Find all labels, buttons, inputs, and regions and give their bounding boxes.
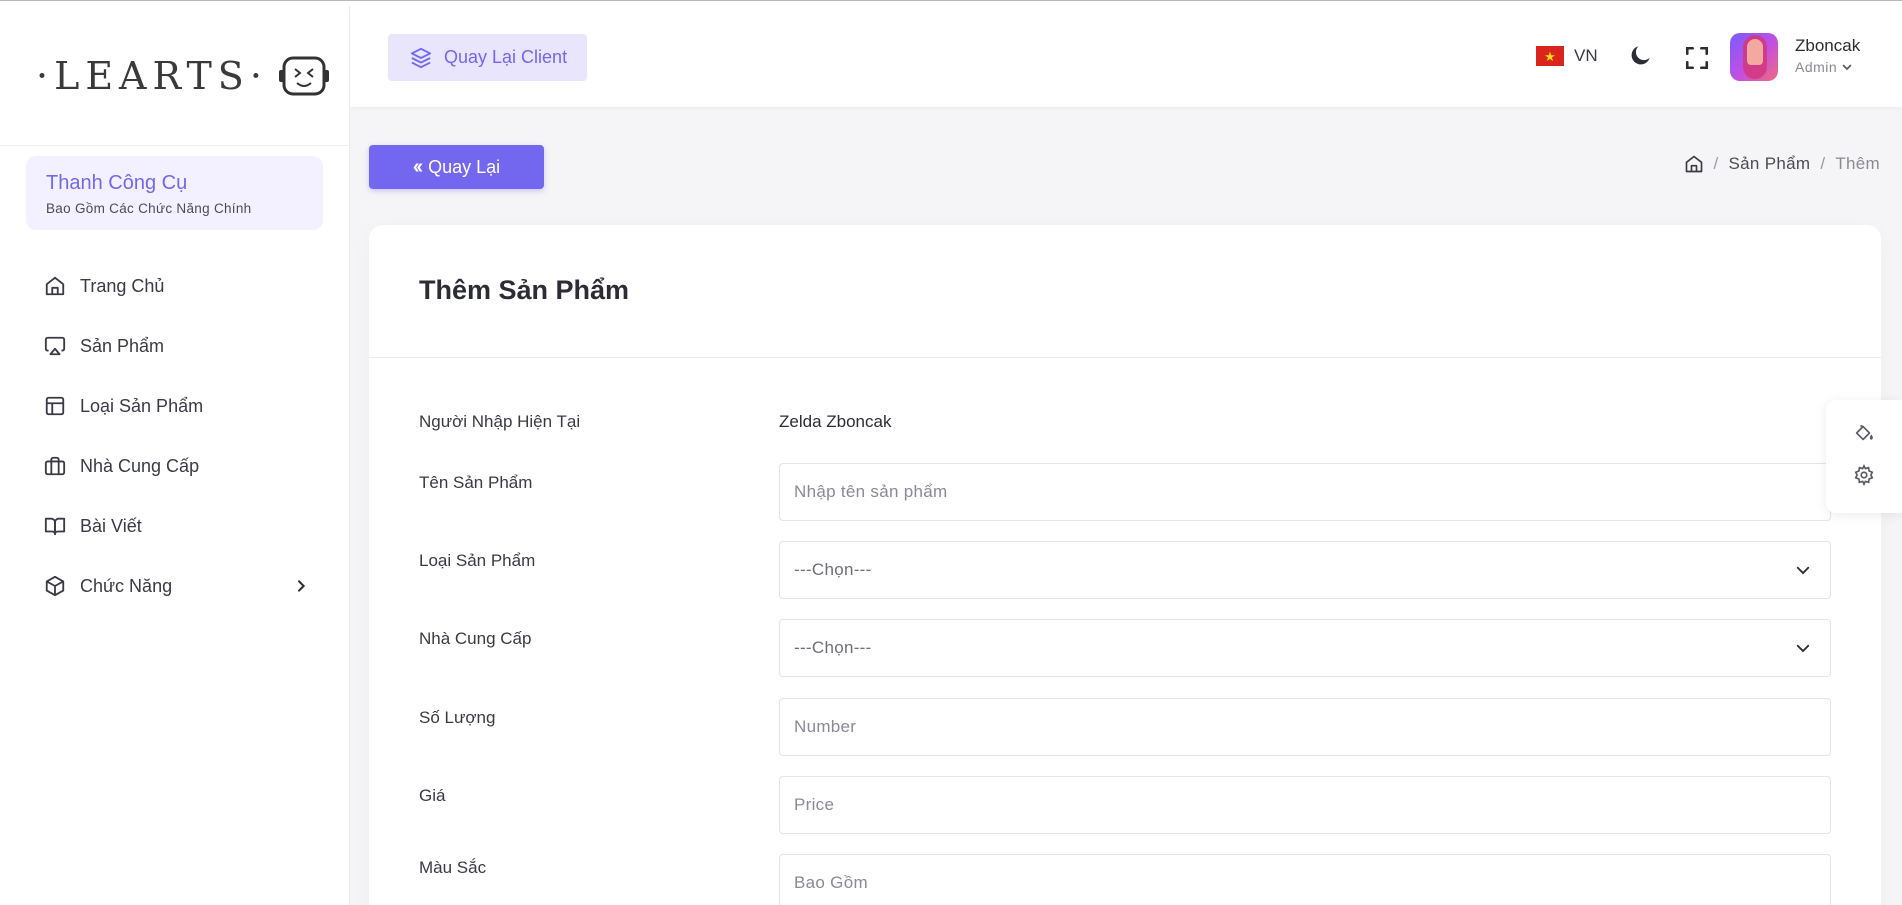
page-title: Thêm Sản Phẩm [419, 275, 630, 305]
price-input[interactable] [779, 776, 1831, 834]
current-user-label: Người Nhập Hiện Tại [419, 412, 581, 431]
toolbox-subtitle: Bao Gồm Các Chức Năng Chính [46, 201, 252, 216]
quantity-input[interactable] [779, 698, 1831, 756]
double-chevron-left-icon: ‹‹ [412, 155, 423, 178]
back-button[interactable]: ‹‹ Quay Lại [369, 145, 544, 189]
price-label: Giá [419, 786, 446, 805]
home-icon[interactable] [1684, 154, 1704, 174]
breadcrumb: / Sản Phẩm / Thêm [1684, 154, 1881, 174]
paint-bucket-icon[interactable] [1853, 422, 1875, 444]
chevron-down-icon [1842, 64, 1852, 71]
language-label: VN [1574, 46, 1598, 65]
layers-icon [410, 47, 432, 68]
sidebar-item-label: Trang Chủ [80, 275, 165, 296]
book-open-icon [44, 517, 66, 536]
chevron-down-icon [1796, 644, 1810, 653]
sidebar-nav: Trang Chủ Sản Phẩm Loại Sản Phẩm Nhà Cun… [0, 256, 349, 616]
supplier-label: Nhà Cung Cấp [419, 629, 532, 648]
logo-text: ·LEARTS· [36, 53, 268, 98]
briefcase-icon [44, 456, 66, 476]
toolbox-panel: Thanh Công Cụ Bao Gồm Các Chức Năng Chín… [26, 156, 323, 230]
product-name-label: Tên Sản Phẩm [419, 473, 533, 492]
vietnam-flag-icon: ★ [1536, 46, 1564, 66]
home-icon [45, 276, 65, 296]
sidebar-item-suppliers[interactable]: Nhà Cung Cấp [0, 436, 349, 496]
box-icon [45, 575, 65, 597]
language-switcher[interactable]: ★ VN [1536, 46, 1598, 66]
robot-logo-icon [278, 56, 329, 95]
airplay-icon [44, 336, 66, 356]
back-to-client-label: Quay Lại Client [444, 47, 568, 67]
supplier-select[interactable]: ---Chọn--- [779, 619, 1831, 677]
window-top-border [0, 0, 1902, 6]
toolbox-title: Thanh Công Cụ [46, 172, 188, 194]
user-role-label: Admin [1795, 59, 1838, 75]
fullscreen-icon[interactable] [1684, 45, 1710, 71]
sidebar-item-categories[interactable]: Loại Sản Phẩm [0, 376, 349, 436]
supplier-select-value: ---Chọn--- [794, 638, 872, 657]
add-product-card: Thêm Sản Phẩm Người Nhập Hiện Tại Zelda … [369, 225, 1881, 905]
back-to-client-button[interactable]: Quay Lại Client [388, 34, 588, 81]
sidebar-item-label: Sản Phẩm [80, 335, 165, 356]
color-input[interactable] [779, 854, 1831, 905]
layout-icon [45, 396, 65, 416]
product-name-input[interactable] [779, 463, 1831, 521]
logo[interactable]: ·LEARTS· [0, 6, 349, 146]
sidebar-item-posts[interactable]: Bài Viết [0, 496, 349, 556]
sidebar-item-products[interactable]: Sản Phẩm [0, 316, 349, 376]
chevron-down-icon [1796, 566, 1810, 575]
divider [369, 357, 1881, 358]
breadcrumb-item-current: Thêm [1835, 154, 1880, 173]
sidebar-item-functions[interactable]: Chức Năng [0, 556, 349, 616]
back-button-label: Quay Lại [428, 156, 501, 177]
breadcrumb-separator: / [1713, 154, 1719, 173]
sidebar-item-label: Loại Sản Phẩm [80, 395, 204, 416]
category-label: Loại Sản Phẩm [419, 551, 536, 570]
dark-mode-toggle-icon[interactable] [1628, 42, 1654, 68]
sidebar-item-label: Nhà Cung Cấp [80, 455, 200, 476]
sidebar-item-label: Bài Viết [80, 515, 142, 536]
category-select-value: ---Chọn--- [794, 560, 872, 579]
color-label: Màu Sắc [419, 858, 487, 877]
current-user-value: Zelda Zboncak [779, 412, 892, 431]
quantity-label: Số Lượng [419, 708, 496, 727]
theme-customizer-panel [1826, 400, 1902, 513]
user-name[interactable]: Zboncak [1795, 36, 1860, 56]
sidebar: ·LEARTS· Thanh Công Cụ Bao Gồm Các Chức … [0, 6, 350, 905]
breadcrumb-item-products[interactable]: Sản Phẩm [1729, 154, 1811, 174]
top-header: Quay Lại Client ★ VN Zboncak Admin [350, 6, 1902, 107]
sidebar-item-home[interactable]: Trang Chủ [0, 256, 349, 316]
category-select[interactable]: ---Chọn--- [779, 541, 1831, 599]
gear-icon[interactable] [1853, 464, 1875, 486]
chevron-right-icon [298, 580, 306, 592]
user-avatar[interactable] [1730, 33, 1778, 81]
breadcrumb-separator: / [1820, 154, 1826, 173]
sidebar-item-label: Chức Năng [80, 575, 173, 596]
user-role-dropdown[interactable]: Admin [1795, 59, 1853, 75]
